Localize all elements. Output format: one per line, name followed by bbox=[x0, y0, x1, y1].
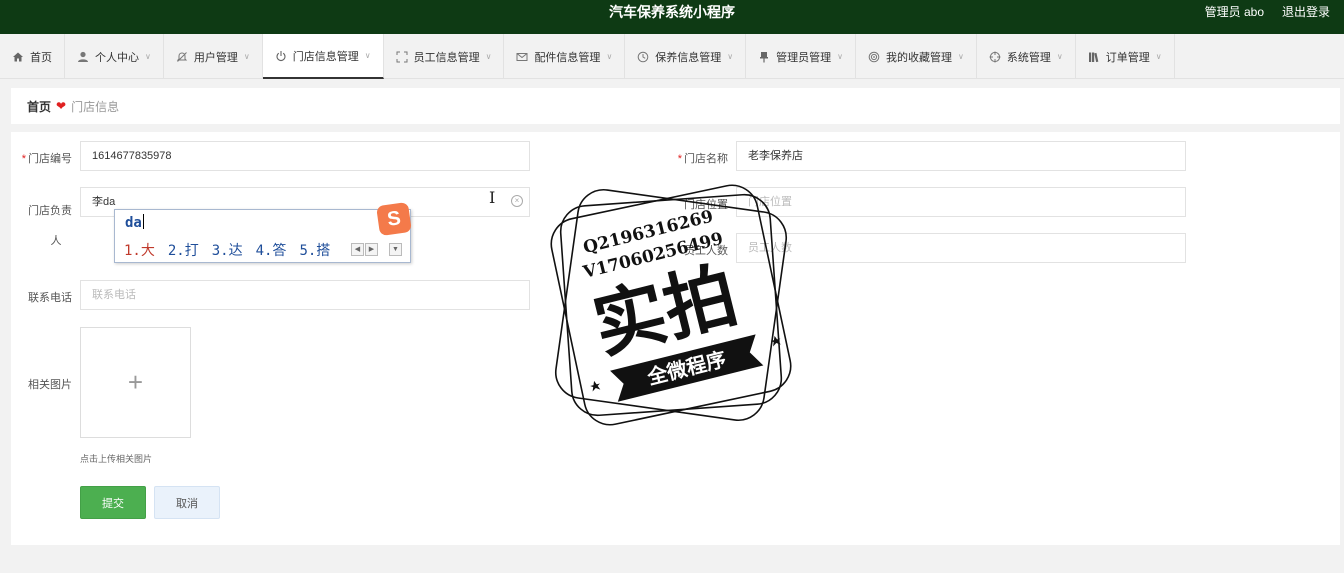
menu-item-label: 订单管理 bbox=[1105, 51, 1150, 64]
submit-button[interactable]: 提交 bbox=[80, 486, 146, 519]
breadcrumb-current: 门店信息 bbox=[71, 99, 120, 114]
expand-candidates-icon[interactable]: ▼ bbox=[389, 243, 402, 256]
upload-hint: 点击上传相关图片 bbox=[80, 454, 153, 464]
current-user[interactable]: 管理员 abo bbox=[1205, 0, 1264, 24]
menu-item-label: 门店信息管理 bbox=[292, 50, 359, 63]
menu-item-label: 配件信息管理 bbox=[534, 51, 601, 64]
plus-icon: + bbox=[127, 367, 144, 397]
clock-icon bbox=[637, 51, 649, 63]
breadcrumb-home[interactable]: 首页 bbox=[27, 98, 51, 115]
store-no-label: * 门店编号 bbox=[21, 153, 72, 165]
ime-popup: da S 1.大 2.打 3.达 4.答 5.搭 ◀ ▶ ▼ bbox=[114, 201, 412, 263]
store-no-input[interactable]: 1614677835978 bbox=[80, 141, 530, 171]
crosshair-icon bbox=[989, 51, 1001, 63]
top-bar: 汽车保养系统小程序 管理员 abo 退出登录 bbox=[0, 0, 1344, 34]
cancel-button[interactable]: 取消 bbox=[154, 486, 220, 519]
menu-item-label: 系统管理 bbox=[1006, 51, 1051, 64]
logout-link[interactable]: 退出登录 bbox=[1282, 0, 1330, 24]
ime-candidate[interactable]: 3.达 bbox=[212, 240, 243, 260]
chevron-down-icon: ∨ bbox=[727, 52, 734, 61]
chevron-down-icon: ∨ bbox=[364, 51, 371, 60]
user-icon bbox=[77, 51, 89, 63]
menu-item-parts-info[interactable]: 配件信息管理 ∨ bbox=[504, 34, 626, 79]
menu-item-label: 首页 bbox=[30, 51, 52, 64]
menu-item-home[interactable]: 首页 bbox=[0, 34, 65, 79]
ime-candidate[interactable]: 5.搭 bbox=[299, 240, 330, 260]
chevron-down-icon: ∨ bbox=[243, 52, 250, 61]
phone-input[interactable]: 联系电话 bbox=[80, 280, 530, 310]
ime-candidates: 1.大 2.打 3.达 4.答 5.搭 bbox=[124, 240, 330, 260]
next-page-icon[interactable]: ▶ bbox=[365, 243, 378, 256]
menu-item-profile[interactable]: 个人中心 ∨ bbox=[65, 34, 164, 79]
menu-item-system[interactable]: 系统管理 ∨ bbox=[977, 34, 1076, 79]
chevron-down-icon: ∨ bbox=[1155, 52, 1162, 61]
menu-item-label: 员工信息管理 bbox=[413, 51, 480, 64]
phone-label: 联系电话 bbox=[28, 292, 72, 304]
chevron-down-icon: ∨ bbox=[837, 52, 844, 61]
required-mark: * bbox=[21, 153, 26, 165]
chevron-down-icon: ∨ bbox=[1056, 52, 1063, 61]
menu-item-admin[interactable]: 管理员管理 ∨ bbox=[746, 34, 857, 79]
menu-item-label: 个人中心 bbox=[95, 51, 139, 64]
manager-label: 门店负责 人 bbox=[28, 205, 72, 247]
menu-item-staff-info[interactable]: 员工信息管理 ∨ bbox=[384, 34, 505, 79]
watermark-stamp: Q2196316269 V17060256499 实拍 全微程序 bbox=[550, 184, 792, 426]
images-label: 相关图片 bbox=[28, 379, 72, 391]
target-icon bbox=[868, 51, 880, 63]
menu-item-favorites[interactable]: 我的收藏管理 ∨ bbox=[856, 34, 977, 79]
books-icon bbox=[1088, 51, 1100, 63]
chevron-down-icon: ∨ bbox=[485, 52, 492, 61]
chevron-down-icon: ∨ bbox=[606, 52, 613, 61]
home-icon bbox=[12, 51, 24, 63]
app-title: 汽车保养系统小程序 bbox=[609, 4, 735, 20]
ime-candidate[interactable]: 2.打 bbox=[168, 240, 199, 260]
menu-item-store-info[interactable]: 门店信息管理 ∨ bbox=[262, 34, 384, 79]
ime-candidate[interactable]: 4.答 bbox=[256, 240, 287, 260]
menu-item-label: 我的收藏管理 bbox=[886, 51, 953, 64]
menu-item-users[interactable]: 用户管理 ∨ bbox=[164, 34, 263, 79]
image-upload[interactable]: + bbox=[80, 327, 191, 438]
menu-item-label: 用户管理 bbox=[193, 51, 238, 64]
sogou-logo-icon[interactable]: S bbox=[376, 201, 412, 237]
mail-icon bbox=[516, 51, 528, 63]
expand-icon bbox=[396, 51, 408, 63]
star-icon bbox=[590, 380, 601, 392]
clear-icon[interactable]: × bbox=[511, 195, 523, 207]
pin-icon bbox=[758, 51, 770, 63]
chevron-down-icon: ∨ bbox=[958, 52, 964, 61]
manager-value: 李da bbox=[92, 196, 116, 208]
menu-item-label: 保养信息管理 bbox=[655, 51, 722, 64]
heart-icon: ❤ bbox=[56, 99, 67, 113]
text-cursor-icon: I bbox=[489, 188, 496, 207]
menu-item-maintenance-info[interactable]: 保养信息管理 ∨ bbox=[625, 34, 747, 79]
ime-candidate[interactable]: 1.大 bbox=[124, 240, 155, 260]
breadcrumb: 首页 ❤ 门店信息 bbox=[11, 88, 1340, 124]
power-icon bbox=[275, 50, 287, 62]
menu-item-label: 管理员管理 bbox=[776, 51, 832, 64]
main-menu: 首页 个人中心 ∨ 用户管理 ∨ 门店信息管理 ∨ 员工信息管理 ∨ 配件信息管… bbox=[0, 34, 1344, 79]
chevron-down-icon: ∨ bbox=[145, 52, 151, 61]
ime-composition: da bbox=[125, 215, 142, 231]
menu-item-orders[interactable]: 订单管理 ∨ bbox=[1076, 34, 1175, 79]
bell-off-icon bbox=[176, 51, 188, 63]
prev-page-icon[interactable]: ◀ bbox=[351, 243, 364, 256]
